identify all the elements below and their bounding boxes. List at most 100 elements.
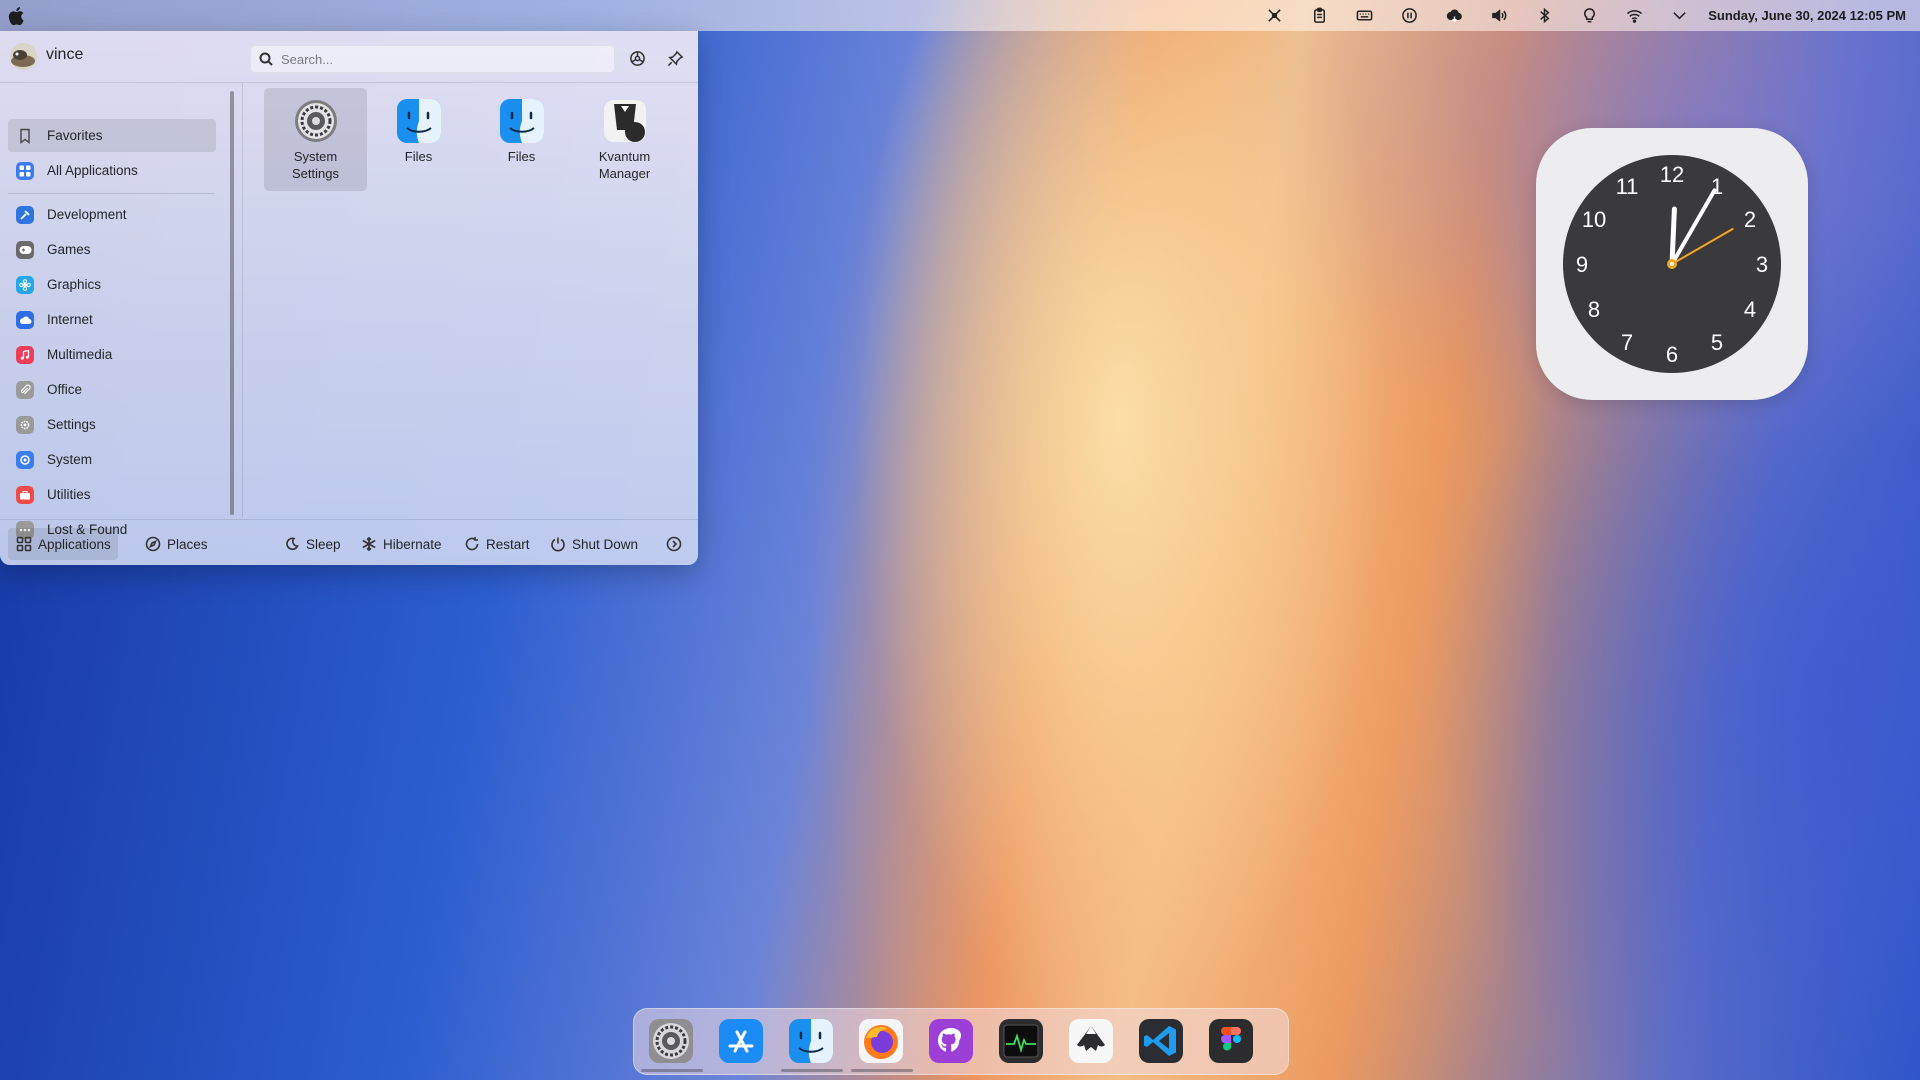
lightbulb-icon[interactable] [1567, 0, 1612, 31]
sleep-button[interactable]: Sleep [284, 528, 341, 560]
clock-numeral: 8 [1588, 297, 1600, 322]
sidebar-item-all-applications[interactable]: All Applications [8, 154, 216, 187]
app-tile-label: Files [404, 149, 433, 164]
menubar-datetime[interactable]: Sunday, June 30, 2024 12:05 PM [1708, 8, 1906, 23]
pin-button[interactable] [664, 47, 686, 69]
chevron-right-circle-icon [666, 536, 682, 552]
clock-numeral: 3 [1756, 252, 1768, 277]
keyboard-icon[interactable] [1342, 0, 1387, 31]
button-label: Shut Down [572, 536, 639, 552]
volume-icon[interactable] [1477, 0, 1522, 31]
sidebar-item-label: Games [47, 242, 91, 257]
panel-divider [242, 83, 243, 517]
clock-numeral: 4 [1744, 297, 1756, 322]
apple-logo-icon[interactable] [8, 6, 24, 25]
activity-monitor-icon [999, 1019, 1043, 1063]
sidebar-item-system[interactable]: System [8, 443, 216, 476]
snowflake-icon [362, 537, 376, 551]
dock-item-vscode[interactable] [1138, 1018, 1184, 1064]
search-input[interactable] [279, 50, 603, 68]
clock-numeral: 5 [1711, 330, 1723, 355]
pause-icon[interactable] [1387, 0, 1432, 31]
cloud-icon[interactable] [1432, 0, 1477, 31]
sidebar-item-multimedia[interactable]: Multimedia [8, 338, 216, 371]
app-tile-label: Kvantum Manager [598, 149, 651, 181]
dock-item-firefox[interactable] [858, 1018, 904, 1064]
sidebar-item-label: Development [47, 207, 127, 222]
hammer-icon [16, 205, 34, 224]
clock-numeral: 9 [1576, 252, 1588, 277]
button-label: Restart [486, 536, 530, 552]
dock-item-inkscape[interactable] [1068, 1018, 1114, 1064]
dock-item-system-settings[interactable] [648, 1018, 694, 1064]
app-tile-files[interactable]: Files [367, 88, 470, 191]
app-tile-kvantum-manager[interactable]: Kvantum Manager [573, 88, 676, 191]
tab-label: Applications [38, 536, 111, 552]
sidebar-item-label: System [47, 452, 93, 467]
sidebar-item-office[interactable]: Office [8, 373, 216, 406]
sidebar-item-games[interactable]: Games [8, 233, 216, 266]
search-icon [259, 52, 273, 66]
sidebar-item-development[interactable]: Development [8, 198, 216, 231]
gamepad-icon [16, 240, 34, 259]
tab-applications[interactable]: Applications [8, 528, 118, 560]
category-sidebar: Favorites All Applications Development G… [0, 83, 227, 539]
dock-item-figma[interactable] [1208, 1018, 1254, 1064]
dock-item-finder[interactable] [788, 1018, 834, 1064]
clock-face: 12 1234567891011 [1563, 155, 1781, 373]
sidebar-scrollbar[interactable] [230, 91, 234, 515]
firefox-icon [859, 1019, 903, 1063]
analog-clock-widget[interactable]: 12 1 2 3 4 5 6 7 8 9 10 11 [1536, 128, 1808, 400]
figma-icon [1209, 1019, 1253, 1063]
configure-button[interactable] [626, 47, 648, 69]
clock-numeral: 2 [1744, 207, 1756, 232]
paperclip-icon [16, 380, 34, 399]
hibernate-button[interactable]: Hibernate [361, 528, 442, 560]
tab-places[interactable]: Places [145, 528, 208, 560]
clipboard-icon[interactable] [1297, 0, 1342, 31]
configure-icon [629, 50, 645, 66]
dock-item-activity-monitor[interactable] [998, 1018, 1044, 1064]
shutdown-button[interactable]: Shut Down [550, 528, 638, 560]
dock-item-app-store[interactable] [718, 1018, 764, 1064]
launcher-header: vince [0, 31, 698, 83]
kde-connect-icon[interactable] [1252, 0, 1297, 31]
restart-button[interactable]: Restart [464, 528, 530, 560]
wifi-icon[interactable] [1612, 0, 1657, 31]
sidebar-item-utilities[interactable]: Utilities [8, 478, 216, 511]
github-icon [929, 1019, 973, 1063]
toolbox-icon [16, 485, 34, 504]
sidebar-item-label: Settings [47, 417, 96, 432]
sidebar-item-settings[interactable]: Settings [8, 408, 216, 441]
dock-item-github[interactable] [928, 1018, 974, 1064]
dock-running-indicator [641, 1069, 703, 1072]
bluetooth-icon[interactable] [1522, 0, 1567, 31]
compass-icon [145, 536, 161, 552]
app-tile-label: Files [507, 149, 536, 164]
clock-numeral: 10 [1582, 207, 1606, 232]
sidebar-item-label: Office [47, 382, 83, 397]
system-icon [16, 450, 34, 469]
clock-numeral: 7 [1621, 330, 1633, 355]
kvantum-icon [603, 100, 646, 142]
gear-icon [16, 415, 34, 434]
app-tile-files-2[interactable]: Files [470, 88, 573, 191]
sidebar-item-internet[interactable]: Internet [8, 303, 216, 336]
chevron-down-icon[interactable] [1657, 0, 1702, 31]
sidebar-item-label: Utilities [47, 487, 91, 502]
more-session-options-button[interactable] [666, 528, 682, 560]
finder-icon [789, 1019, 833, 1063]
sidebar-item-graphics[interactable]: Graphics [8, 268, 216, 301]
sidebar-item-label: All Applications [47, 163, 138, 178]
finder-icon [499, 99, 544, 143]
inkscape-icon [1069, 1019, 1113, 1063]
system-tray: Sunday, June 30, 2024 12:05 PM [1252, 0, 1906, 31]
sidebar-item-favorites[interactable]: Favorites [8, 119, 216, 152]
launcher-footer: Applications Places Sleep Hibernate Rest… [0, 519, 698, 566]
sidebar-item-label: Graphics [47, 277, 102, 292]
search-field[interactable] [250, 45, 615, 73]
system-settings-icon [649, 1019, 693, 1063]
app-tile-system-settings[interactable]: System Settings [264, 88, 367, 191]
clock-numeral: 6 [1666, 342, 1678, 367]
avatar[interactable] [10, 43, 37, 70]
